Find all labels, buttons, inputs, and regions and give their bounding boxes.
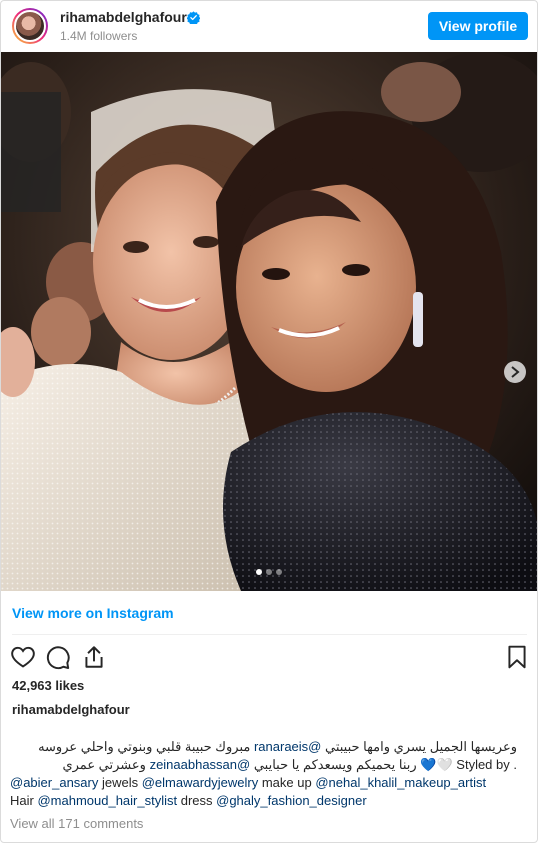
caption-text: . Styled by: [452, 757, 517, 772]
caption-text: ربنا يحميكم ويسعدكم يا حبايبي: [250, 757, 421, 772]
view-all-comments-link[interactable]: View all 171 comments: [10, 816, 143, 831]
carousel-indicators: [256, 569, 282, 577]
comment-icon[interactable]: [45, 644, 71, 670]
caption-line-1: وعريسها الجميل يسري وامها حبيبتي @ranara…: [10, 739, 517, 755]
caption-text: make up: [258, 775, 316, 790]
chevron-right-icon: [511, 366, 520, 378]
avatar-image: [14, 10, 46, 42]
caption-text: dress: [177, 793, 217, 808]
caption-text: مبروك حبيبة قلبي وبنوتي واحلي عروسه: [38, 739, 254, 754]
caption-text: Hair: [10, 793, 38, 808]
mention-link[interactable]: @mahmoud_hair_stylist: [37, 793, 177, 808]
follower-count: 1.4M followers: [60, 29, 138, 43]
mention-link[interactable]: @ranaraeis: [254, 739, 321, 754]
caption-text: وعريسها الجميل يسري وامها حبيبتي: [321, 739, 517, 754]
view-more-on-instagram-link[interactable]: View more on Instagram: [12, 605, 174, 621]
post-photo-illustration: [1, 52, 537, 591]
avatar[interactable]: [12, 8, 48, 44]
caption-line-3: @abier_ansary jewels @elmawardyjewelry m…: [10, 775, 530, 790]
carousel-dot: [276, 569, 282, 575]
divider: [12, 634, 527, 635]
caption-username[interactable]: rihamabdelghafour: [12, 702, 130, 717]
bookmark-icon[interactable]: [504, 644, 530, 670]
username-link[interactable]: rihamabdelghafour: [60, 9, 187, 25]
view-profile-button[interactable]: View profile: [428, 12, 528, 40]
mention-link[interactable]: @nehal_khalil_makeup_artist: [315, 775, 486, 790]
mention-link[interactable]: @abier_ansary: [10, 775, 98, 790]
post-photo[interactable]: [1, 52, 537, 591]
verified-badge-icon: [187, 11, 200, 24]
caption-line-2: . Styled by 🤍💙 ربنا يحميكم ويسعدكم يا حب…: [10, 757, 517, 773]
caption-text: jewels: [98, 775, 142, 790]
instagram-embed-card: rihamabdelghafour 1.4M followers View pr…: [0, 0, 538, 843]
post-header: rihamabdelghafour 1.4M followers View pr…: [1, 1, 537, 52]
mention-link[interactable]: @elmawardyjewelry: [142, 775, 259, 790]
like-count[interactable]: 42,963 likes: [12, 678, 84, 693]
caption-text: وعشرتي عمري: [62, 757, 150, 772]
next-slide-button[interactable]: [504, 361, 526, 383]
mention-link[interactable]: @ghaly_fashion_designer: [216, 793, 367, 808]
mention-link[interactable]: @zeinaabhassan: [150, 757, 251, 772]
share-icon[interactable]: [81, 644, 107, 670]
carousel-dot-active: [256, 569, 262, 575]
heart-emoji: 🤍💙: [420, 757, 453, 772]
caption-line-4: Hair @mahmoud_hair_stylist dress @ghaly_…: [10, 793, 530, 808]
carousel-dot: [266, 569, 272, 575]
heart-icon[interactable]: [10, 644, 36, 670]
